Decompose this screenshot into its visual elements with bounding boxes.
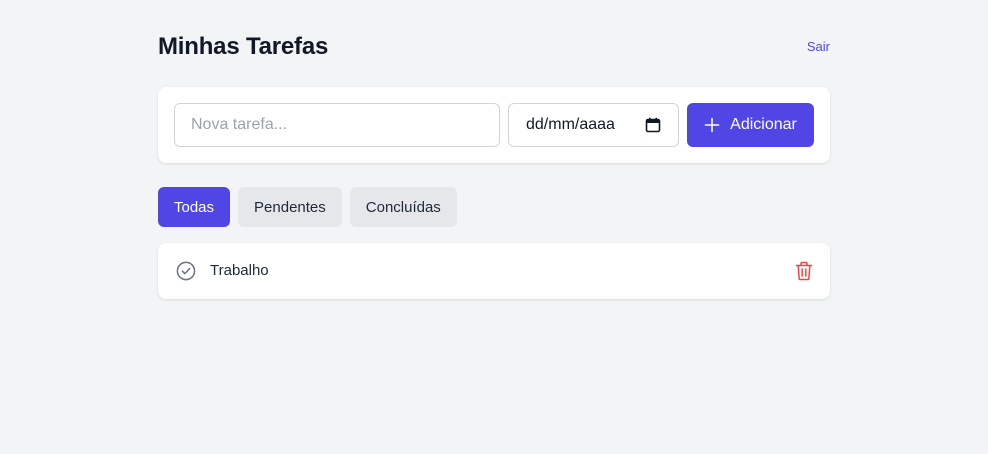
filter-all-button[interactable]: Todas (158, 187, 231, 227)
due-date-input[interactable]: dd/mm/aaaa (508, 103, 679, 147)
calendar-icon[interactable] (645, 117, 661, 133)
add-task-button[interactable]: Adicionar (687, 103, 814, 147)
add-task-card: dd/mm/aaaa Adicionar (158, 87, 830, 163)
plus-icon (704, 117, 720, 133)
add-button-label: Adicionar (730, 116, 797, 133)
page-header: Minhas Tarefas Sair (158, 0, 830, 96)
logout-link[interactable]: Sair (807, 39, 830, 54)
task-title: Trabalho (210, 262, 269, 279)
task-item: Trabalho (158, 243, 830, 299)
date-placeholder: dd/mm/aaaa (526, 116, 615, 133)
page-title: Minhas Tarefas (158, 33, 329, 60)
check-circle-icon[interactable] (176, 261, 196, 281)
task-list: Trabalho (158, 243, 830, 299)
filter-pending-button[interactable]: Pendentes (238, 187, 342, 227)
new-task-input[interactable] (174, 103, 500, 147)
app-container: Minhas Tarefas Sair dd/mm/aaaa Adicionar… (158, 0, 830, 299)
filter-completed-button[interactable]: Concluídas (349, 187, 457, 227)
filter-tabs: Todas Pendentes Concluídas (158, 187, 457, 227)
trash-icon[interactable] (795, 261, 813, 281)
